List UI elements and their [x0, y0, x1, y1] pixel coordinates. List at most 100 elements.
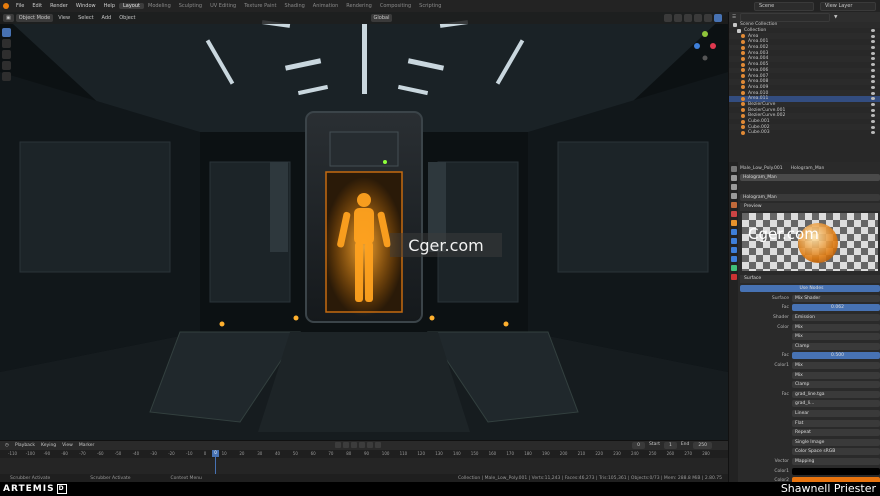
property-value[interactable]: Repeat: [792, 429, 880, 437]
property-value[interactable]: Mix: [792, 371, 880, 379]
menu-render[interactable]: Render: [46, 3, 72, 9]
slot-name[interactable]: Hologram_Man: [740, 174, 880, 182]
view-layer-field[interactable]: View Layer: [820, 1, 876, 11]
material-slot[interactable]: Hologram_Man: [740, 174, 880, 182]
properties-editor[interactable]: Male_Low_Poly.001 Hologram_Man Hologram_…: [728, 162, 880, 482]
tab-texture-paint[interactable]: Texture Paint: [240, 3, 280, 9]
cursor-tool-icon[interactable]: [2, 39, 11, 48]
tool-tab-icon[interactable]: [730, 166, 737, 172]
property-value[interactable]: Single Image: [792, 438, 880, 446]
physics-tab-icon[interactable]: [730, 247, 737, 253]
tab-shading[interactable]: Shading: [280, 3, 308, 9]
use-nodes-button[interactable]: Use Nodes: [740, 285, 880, 293]
visibility-icon[interactable]: [871, 97, 875, 101]
visibility-icon[interactable]: [871, 120, 875, 124]
outliner-search-input[interactable]: [740, 12, 831, 22]
surface-panel-header[interactable]: Surface: [740, 274, 880, 283]
property-value[interactable]: Linear: [792, 410, 880, 417]
menu-help[interactable]: Help: [100, 3, 119, 9]
rendered-shading-icon[interactable]: [714, 14, 722, 22]
orientation-dropdown[interactable]: Global: [370, 14, 393, 22]
property-value[interactable]: Mix Shader: [792, 294, 880, 302]
next-key-icon[interactable]: [367, 442, 373, 448]
world-tab-icon[interactable]: [730, 211, 737, 217]
material-datablock[interactable]: Hologram_Man: [740, 193, 880, 201]
property-value[interactable]: Color Space sRGB: [792, 448, 880, 456]
wireframe-shading-icon[interactable]: [684, 14, 692, 22]
outliner-item[interactable]: Cube.003: [729, 130, 880, 136]
property-value[interactable]: grad_li...: [792, 400, 880, 408]
visibility-icon[interactable]: [871, 125, 875, 129]
timeline[interactable]: ◷ Playback Keying View Marker 0 Start 1 …: [0, 440, 728, 475]
visibility-icon[interactable]: [871, 51, 875, 55]
tab-layout[interactable]: Layout: [119, 3, 144, 9]
output-tab-icon[interactable]: [730, 184, 737, 190]
visibility-icon[interactable]: [871, 29, 875, 33]
object-tab-icon[interactable]: [730, 220, 737, 226]
xray-icon[interactable]: [674, 14, 682, 22]
play-reverse-icon[interactable]: [351, 442, 357, 448]
tab-compositing[interactable]: Compositing: [376, 3, 415, 9]
tab-animation[interactable]: Animation: [309, 3, 343, 9]
jump-end-icon[interactable]: [375, 442, 381, 448]
tab-scripting[interactable]: Scripting: [415, 3, 445, 9]
visibility-icon[interactable]: [871, 114, 875, 118]
blender-logo-icon[interactable]: [3, 3, 9, 9]
property-value[interactable]: Mix: [792, 323, 880, 331]
play-icon[interactable]: [359, 442, 365, 448]
material-tab-icon[interactable]: [730, 274, 737, 280]
scene-tab-icon[interactable]: [730, 202, 737, 208]
property-value[interactable]: Clamp: [792, 381, 880, 389]
property-value[interactable]: Mix: [792, 333, 880, 341]
visibility-icon[interactable]: [871, 108, 875, 112]
filter-icon[interactable]: ▼: [834, 15, 837, 20]
visibility-icon[interactable]: [871, 46, 875, 50]
visibility-icon[interactable]: [871, 74, 875, 78]
visibility-icon[interactable]: [871, 102, 875, 106]
move-tool-icon[interactable]: [2, 50, 11, 59]
visibility-icon[interactable]: [871, 131, 875, 135]
preview-panel-header[interactable]: Preview: [740, 202, 880, 211]
use-nodes-row[interactable]: Use Nodes: [740, 285, 880, 293]
outliner-type-icon[interactable]: ☰: [732, 15, 736, 20]
menu-keying[interactable]: Keying: [41, 443, 56, 448]
playhead[interactable]: 0: [212, 450, 219, 457]
outliner[interactable]: ☰ ▼ Scene Collection Collection Area Area.…: [728, 12, 880, 162]
rotate-tool-icon[interactable]: [2, 61, 11, 70]
view-layer-tab-icon[interactable]: [730, 193, 737, 199]
particles-tab-icon[interactable]: [730, 238, 737, 244]
start-frame-field[interactable]: 1: [663, 442, 677, 449]
visibility-icon[interactable]: [871, 68, 875, 72]
tab-modeling[interactable]: Modeling: [144, 3, 175, 9]
datablock-name[interactable]: Hologram_Man: [740, 193, 880, 201]
visibility-icon[interactable]: [871, 34, 875, 38]
tab-sculpting[interactable]: Sculpting: [175, 3, 206, 9]
property-value[interactable]: Clamp: [792, 342, 880, 350]
property-value[interactable]: [792, 467, 880, 475]
menu-edit[interactable]: Edit: [28, 3, 46, 9]
3d-viewport[interactable]: ▣ Object Mode View Select Add Object Glo…: [0, 12, 728, 440]
scene-field[interactable]: Scene: [754, 1, 814, 11]
menu-playback[interactable]: Playback: [15, 443, 35, 448]
property-value[interactable]: Mapping: [792, 457, 880, 465]
overlay-icon[interactable]: [664, 14, 672, 22]
menu-marker[interactable]: Marker: [79, 443, 95, 448]
visibility-icon[interactable]: [871, 80, 875, 84]
property-value[interactable]: 0.062: [792, 304, 880, 312]
mode-dropdown[interactable]: Object Mode: [15, 14, 54, 22]
menu-file[interactable]: File: [12, 3, 28, 9]
menu-window[interactable]: Window: [72, 3, 100, 9]
select-tool-icon[interactable]: [2, 28, 11, 37]
data-tab-icon[interactable]: [730, 265, 737, 271]
menu-select[interactable]: Select: [75, 14, 96, 22]
menu-object[interactable]: Object: [116, 14, 138, 22]
visibility-icon[interactable]: [871, 57, 875, 61]
tab-uv-editing[interactable]: UV Editing: [206, 3, 240, 9]
solid-shading-icon[interactable]: [694, 14, 702, 22]
editor-type-button[interactable]: ▣: [3, 14, 14, 22]
property-value[interactable]: Emission: [792, 314, 880, 322]
jump-start-icon[interactable]: [335, 442, 341, 448]
property-value[interactable]: 0.500: [792, 352, 880, 360]
property-value[interactable]: grad_line.tga: [792, 390, 880, 398]
tab-rendering[interactable]: Rendering: [342, 3, 376, 9]
